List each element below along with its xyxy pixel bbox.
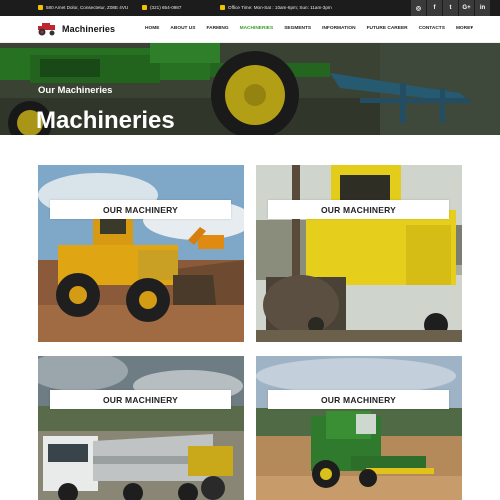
facebook-icon[interactable]: f bbox=[426, 0, 442, 16]
clock-icon bbox=[220, 5, 225, 10]
address-text: 580 Amet Dolor, Consectetur, Z08E 4VU bbox=[46, 5, 129, 10]
nav-more-dropdown[interactable]: MORE▾ bbox=[456, 26, 473, 31]
rss-icon[interactable]: ◎ bbox=[410, 0, 426, 16]
office-hours-text: Office Time: Mon-Sat : 10am-6pm; Sun: 11… bbox=[228, 5, 332, 10]
nav-contacts[interactable]: CONTACTS bbox=[419, 26, 445, 31]
linkedin-icon[interactable]: in bbox=[474, 0, 490, 16]
machinery-card[interactable]: OUR MACHINERY bbox=[38, 356, 244, 500]
twitter-icon[interactable]: t bbox=[442, 0, 458, 16]
tractor-logo-icon bbox=[38, 23, 55, 36]
phone-icon bbox=[142, 5, 147, 10]
google-plus-icon[interactable]: G+ bbox=[458, 0, 474, 16]
dump-truck-image bbox=[38, 356, 244, 500]
nav-farming[interactable]: FARMING bbox=[206, 26, 228, 31]
brand-name: Machineries bbox=[62, 23, 116, 34]
machinery-card[interactable]: OUR MACHINERY bbox=[256, 165, 462, 342]
card-label: OUR MACHINERY bbox=[268, 390, 449, 409]
nav-future-career[interactable]: FUTURE CAREER bbox=[367, 26, 408, 31]
nav-home[interactable]: HOME bbox=[145, 26, 159, 31]
machinery-card[interactable]: OUR MACHINERY bbox=[256, 356, 462, 500]
social-links: ◎ f t G+ in bbox=[410, 0, 490, 16]
nav-machineries[interactable]: MACHINERIES bbox=[240, 26, 274, 31]
hero-subtitle: Our Machineries bbox=[38, 85, 113, 96]
phone-info: (321) 654-0987 bbox=[142, 5, 181, 10]
card-label: OUR MACHINERY bbox=[50, 390, 231, 409]
brand-logo[interactable]: Machineries bbox=[36, 21, 115, 36]
nav-about-us[interactable]: ABOUT US bbox=[170, 26, 195, 31]
road-roller-image bbox=[256, 165, 462, 342]
card-label: OUR MACHINERY bbox=[268, 200, 449, 219]
combine-harvester-image bbox=[256, 356, 462, 500]
loader-image bbox=[38, 165, 244, 342]
top-bar: 580 Amet Dolor, Consectetur, Z08E 4VU (3… bbox=[0, 0, 500, 16]
hero-title: Machineries bbox=[36, 107, 175, 134]
nav-information[interactable]: INFORMATION bbox=[322, 26, 355, 31]
hero-banner: Our Machineries Machineries bbox=[0, 43, 500, 135]
phone-text[interactable]: (321) 654-0987 bbox=[150, 5, 181, 10]
machinery-card[interactable]: OUR MACHINERY bbox=[38, 165, 244, 342]
card-label: OUR MACHINERY bbox=[50, 200, 231, 219]
main-nav: HOME ABOUT US FARMING MACHINERIES SEGMEN… bbox=[145, 26, 484, 31]
location-icon bbox=[38, 5, 43, 10]
address-info: 580 Amet Dolor, Consectetur, Z08E 4VU bbox=[38, 5, 128, 10]
nav-segments[interactable]: SEGMENTS bbox=[284, 26, 311, 31]
office-hours-info: Office Time: Mon-Sat : 10am-6pm; Sun: 11… bbox=[220, 5, 332, 10]
site-header: Machineries HOME ABOUT US FARMING MACHIN… bbox=[0, 16, 500, 43]
